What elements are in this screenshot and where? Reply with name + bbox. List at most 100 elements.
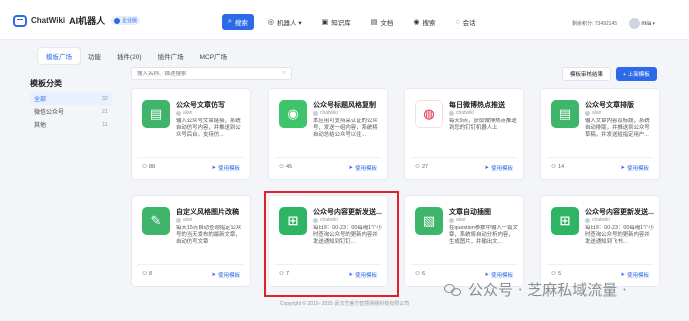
search-input[interactable]	[137, 70, 267, 77]
document-icon: ▤	[370, 19, 378, 26]
usage-count: ⚇ 14	[551, 164, 565, 170]
card-description: 每天15点自动查询指定公众号的当天发布的最新文章，自动仿写文章	[176, 225, 242, 246]
use-template-button[interactable]: ➤ 使用模板	[211, 164, 240, 172]
wechat-icon: ◉	[279, 100, 307, 128]
template-card[interactable]: ✎ 自定义风格图片改稿 alan 每天15点自动查询指定公众号的当天发布的最新文…	[131, 195, 251, 287]
card-title: 文章自动插图	[449, 209, 491, 216]
tab-mcp-square[interactable]: MCP广场	[192, 48, 235, 64]
template-card[interactable]: ◉ 公众号标题风格复制 chatwiki 本应用可支持采认证的公众号，发送一组内…	[268, 88, 388, 180]
card-divider	[275, 157, 381, 158]
author-avatar-icon	[449, 217, 454, 223]
sidebar-item-all[interactable]: 全部 32	[30, 92, 112, 105]
send-icon: ➤	[620, 165, 625, 171]
card-description: 输入文章内容及标题，系统自动排版，并推送到公众号草稿，并发送给指定用户...	[585, 118, 650, 139]
card-author: chatwiki	[585, 217, 610, 223]
main-nav: ⌕ 搜索 ◎ 机器人 ▾ ▣ 知识库 ▤ 文档 ◉ 搜索 ◌ 会话	[222, 14, 482, 30]
template-card[interactable]: ▧ 文章自动插图 alan 在question参数中输入一篇文章，系统将自动分析…	[404, 195, 524, 287]
sidebar-item-other[interactable]: 其他 11	[30, 118, 112, 131]
card-description: 本应用可支持采认证的公众号，发送一组内容，系统将自动总结公众号以往...	[313, 118, 378, 139]
user-menu[interactable]: mia ▾	[629, 18, 655, 29]
author-avatar-icon	[176, 217, 181, 223]
card-title: 自定义风格图片改稿	[176, 209, 239, 216]
template-card[interactable]: ▤ 公众号文章仿写 alan 输入公众号文章链接，系统自动仿写内容，并推送到公众…	[131, 88, 251, 180]
footer-copyright: Copyright © 2016- 2025 武汉艺睿方智慧网络科技有限公司	[279, 301, 410, 307]
app-logo[interactable]: ChatWiki AI机器人 企业版	[13, 14, 141, 27]
document-icon: ▤	[142, 100, 170, 128]
credits-balance: 剩余积分: 73492145	[572, 21, 618, 27]
top-header: ChatWiki AI机器人 企业版 ⌕ 搜索 ◎ 机器人 ▾ ▣ 知识库 ▤ 文档 ◉…	[0, 0, 689, 40]
search-icon: ⌕	[228, 18, 232, 25]
highlight-box	[264, 191, 399, 297]
tab-functions[interactable]: 功能	[80, 48, 109, 64]
users-icon: ⚇	[551, 164, 556, 170]
nav-documents[interactable]: ▤ 文档	[365, 14, 400, 30]
card-divider	[547, 264, 653, 265]
card-author: alan	[176, 217, 192, 223]
use-template-button[interactable]: ➤ 使用模板	[348, 164, 377, 172]
edit-icon: ✎	[142, 207, 170, 235]
author-avatar-icon	[449, 110, 454, 116]
usage-count: ⚇ 88	[142, 164, 156, 170]
sidebar-item-wechat[interactable]: 微信公众号 21	[30, 105, 112, 118]
template-card[interactable]: ◍ 每日微博热点推送 chatwiki 每天9点，获取微博热点推送到您的钉钉机器…	[404, 88, 524, 180]
use-template-button[interactable]: ➤ 使用模板	[620, 164, 649, 172]
card-divider	[138, 157, 244, 158]
search-circle-icon: ◉	[413, 19, 420, 26]
wechat-watermark-icon	[444, 283, 462, 297]
nav-robots[interactable]: ◎ 机器人 ▾	[262, 14, 308, 30]
usage-count: ⚇ 45	[279, 164, 293, 170]
chat-logo-icon	[13, 14, 27, 27]
card-author: alan	[449, 217, 465, 223]
nav-sessions[interactable]: ◌ 会话	[449, 14, 481, 30]
usage-count: ⚇ 5	[551, 271, 561, 277]
use-template-button[interactable]: ➤ 使用模板	[620, 271, 649, 279]
card-divider	[411, 157, 517, 158]
send-icon: ➤	[348, 165, 353, 171]
card-description: 每天9点，获取微博热点推送到您的钉钉机器人上	[449, 118, 517, 132]
usage-count: ⚇ 27	[415, 164, 429, 170]
sidebar-title: 模板分类	[30, 79, 62, 88]
tab-plugin-square[interactable]: 插件广场	[150, 48, 192, 64]
search-icon[interactable]: ⌕	[283, 70, 286, 77]
author-avatar-icon	[176, 110, 181, 116]
template-card[interactable]: ▤ 公众号文章排版 alan 输入文章内容及标题，系统自动排版，并推送到公众号草…	[540, 88, 660, 180]
nav-search-primary[interactable]: ⌕ 搜索	[222, 14, 254, 30]
logo-name: ChatWiki	[31, 16, 66, 25]
users-icon: ⚇	[415, 271, 420, 277]
weibo-icon: ◍	[415, 100, 443, 128]
use-template-button[interactable]: ➤ 使用模板	[484, 164, 513, 172]
robot-icon: ◎	[267, 19, 275, 26]
badge-dot-icon	[114, 17, 121, 24]
nav-knowledge-base[interactable]: ▣ 知识库	[316, 14, 357, 30]
tab-template-square[interactable]: 模板广场	[38, 48, 80, 64]
card-title: 公众号标题风格复制	[313, 102, 376, 109]
card-divider	[411, 264, 517, 265]
send-icon: ➤	[620, 272, 625, 278]
image-icon: ▧	[415, 207, 443, 235]
watermark: 公众号 · 芝麻私域流量 ·	[444, 279, 627, 300]
users-icon: ⚇	[142, 164, 147, 170]
category-sidebar: 模板分类 全部 32 微信公众号 21 其他 11	[30, 78, 112, 131]
card-author: alan	[176, 110, 192, 116]
use-template-button[interactable]: ➤ 使用模板	[211, 271, 240, 279]
author-avatar-icon	[585, 217, 590, 223]
card-description: 输入公众号文章链接，系统自动仿写内容，并推送到公众号后台。支持仿...	[176, 118, 241, 139]
users-icon: ⚇	[142, 271, 147, 277]
upload-template-button[interactable]: + 上架模板	[616, 67, 657, 81]
users-icon: ⚇	[279, 164, 284, 170]
users-icon: ⚇	[415, 164, 420, 170]
template-search: ⌕	[131, 67, 292, 80]
user-area: 剩余积分: 73492145 mia ▾	[572, 18, 655, 29]
card-author: chatwiki	[449, 110, 474, 116]
card-divider	[547, 157, 653, 158]
nav-search[interactable]: ◉ 搜索	[407, 14, 441, 30]
use-template-button[interactable]: ➤ 使用模板	[484, 271, 513, 279]
card-title: 公众号文章仿写	[176, 102, 225, 109]
send-icon: ➤	[484, 165, 489, 171]
avatar	[629, 18, 641, 29]
template-card[interactable]: ⊞ 公众号内容更新发送... chatwiki 每日9：00-23：00每隔1个…	[540, 195, 660, 287]
users-icon: ⚇	[551, 271, 556, 277]
review-results-button[interactable]: 模板审核结果	[562, 67, 612, 81]
card-description: 在question参数中输入一篇文章，系统将自动分析内容，生成图片，并输出文..…	[449, 225, 518, 246]
tab-plugins[interactable]: 插件(20)	[109, 48, 150, 64]
